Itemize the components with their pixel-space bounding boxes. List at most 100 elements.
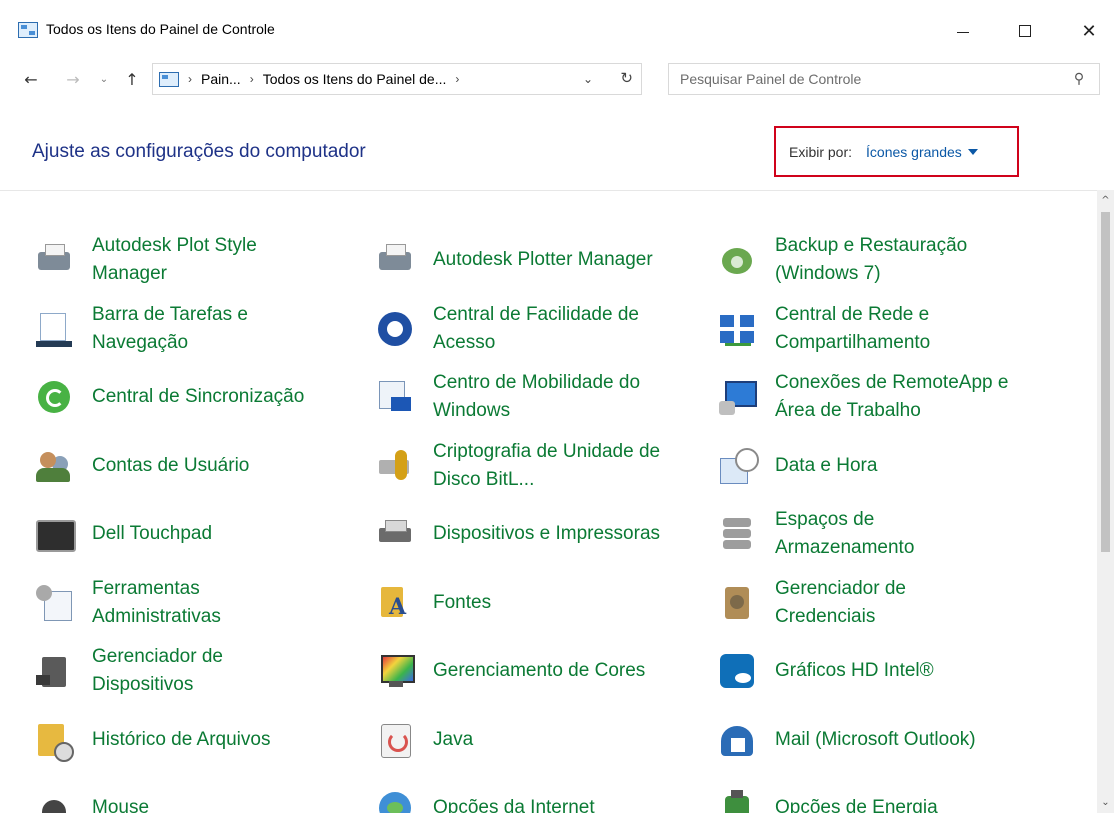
control-panel-item-label: Gerenciador de Credenciais [775, 577, 906, 627]
scroll-down-button[interactable]: ⌄ [1097, 794, 1114, 811]
power-options-icon-shape [717, 788, 757, 813]
mobility-icon-shape [375, 377, 415, 417]
network-icon [713, 305, 761, 353]
control-panel-item[interactable]: Dispositivos e Impressoras [371, 500, 713, 569]
breadcrumb-item-todos-os-itens[interactable]: Todos os Itens do Painel de... [263, 71, 447, 87]
internet-options-icon-shape [375, 788, 415, 813]
java-icon-shape [375, 720, 415, 760]
view-by-control: Exibir por: Ícones grandes [774, 126, 1019, 177]
control-panel-item[interactable]: Gerenciador de Dispositivos [30, 637, 371, 706]
sync-icon-shape [34, 377, 74, 417]
control-panel-item[interactable]: Barra de Tarefas e Navegação [30, 295, 371, 364]
up-button[interactable]: ↑ [120, 68, 144, 90]
maximize-button[interactable] [1002, 14, 1048, 48]
mouse-icon [30, 784, 78, 813]
minimize-icon [957, 31, 969, 33]
scroll-up-button[interactable]: ^ [1097, 192, 1114, 209]
control-panel-item[interactable]: Autodesk Plot Style Manager [30, 226, 371, 295]
control-panel-item-label: Dispositivos e Impressoras [433, 523, 661, 545]
admin-tools-icon-shape [34, 583, 74, 623]
vertical-scrollbar[interactable]: ^ ⌄ [1097, 190, 1114, 813]
control-panel-item[interactable]: Java [371, 706, 713, 775]
search-input[interactable] [669, 65, 1067, 93]
sync-icon [30, 373, 78, 421]
recent-locations-button[interactable]: ⌄ [94, 68, 114, 90]
control-panel-item-label: Opções de Energia [775, 797, 938, 813]
color-management-icon [371, 647, 419, 695]
control-panel-item-label: Mouse [92, 797, 150, 813]
intel-graphics-icon [713, 647, 761, 695]
back-button[interactable]: ← [18, 68, 44, 90]
control-panel-item[interactable]: Gerenciamento de Cores [371, 637, 713, 706]
mail-icon-shape [717, 720, 757, 760]
control-panel-icon [159, 71, 179, 87]
control-panel-item-label: Autodesk Plotter Manager [433, 249, 653, 271]
search-box: ⚲ [668, 63, 1100, 95]
breadcrumb-separator-icon[interactable]: › [455, 72, 459, 86]
control-panel-item-label: Fontes [433, 591, 492, 613]
close-button[interactable]: ✕ [1066, 14, 1112, 48]
control-panel-item[interactable]: Data e Hora [713, 432, 1054, 501]
control-panel-item[interactable]: Dell Touchpad [30, 500, 371, 569]
device-manager-icon-shape [34, 651, 74, 691]
ease-of-access-icon-shape [375, 309, 415, 349]
breadcrumb-item-painel[interactable]: Pain... [201, 71, 241, 87]
control-panel-item[interactable]: Gerenciador de Credenciais [713, 569, 1054, 638]
control-panel-item[interactable]: Opções de Energia [713, 774, 1054, 813]
backup-icon [713, 236, 761, 284]
network-icon-shape [717, 309, 757, 349]
control-panel-item[interactable]: Central de Sincronização [30, 363, 371, 432]
taskbar-icon [30, 305, 78, 353]
control-panel-item[interactable]: Fontes [371, 569, 713, 638]
control-panel-item[interactable]: Contas de Usuário [30, 432, 371, 501]
clock-icon [713, 442, 761, 490]
control-panel-item-label: Contas de Usuário [92, 454, 250, 476]
control-panel-item-label: Central de Rede e Compartilhamento [775, 303, 931, 353]
arrow-left-icon: ← [24, 69, 38, 89]
scroll-thumb[interactable] [1101, 212, 1110, 552]
color-management-icon-shape [375, 651, 415, 691]
address-bar[interactable]: › Pain... › Todos os Itens do Painel de.… [152, 63, 642, 95]
control-panel-item[interactable]: Mail (Microsoft Outlook) [713, 706, 1054, 775]
control-panel-item[interactable]: Gráficos HD Intel® [713, 637, 1054, 706]
control-panel-item-label: Dell Touchpad [92, 523, 213, 545]
control-panel-item[interactable]: Espaços de Armazenamento [713, 500, 1054, 569]
control-panel-item[interactable]: Central de Facilidade de Acesso [371, 295, 713, 364]
control-panel-item-label: Conexões de RemoteApp e Área de Trabalho [775, 372, 1009, 422]
control-panel-item[interactable]: Backup e Restauração (Windows 7) [713, 226, 1054, 295]
view-by-dropdown[interactable]: Ícones grandes [866, 144, 978, 160]
control-panel-item[interactable]: Autodesk Plotter Manager [371, 226, 713, 295]
title-bar: Todos os Itens do Painel de Controle ✕ [0, 0, 1114, 60]
control-panel-item[interactable]: Criptografia de Unidade de Disco BitL... [371, 432, 713, 501]
intel-graphics-icon-shape [717, 651, 757, 691]
view-by-label: Exibir por: [789, 143, 853, 160]
control-panel-item-label: Criptografia de Unidade de Disco BitL... [433, 440, 661, 490]
search-icon[interactable]: ⚲ [1067, 71, 1091, 87]
bitlocker-icon [371, 442, 419, 490]
arrow-right-icon: → [66, 69, 80, 89]
header-divider [0, 190, 1100, 191]
control-panel-item-label: Opções da Internet [433, 797, 595, 813]
control-panel-item[interactable]: Centro de Mobilidade do Windows [371, 363, 713, 432]
address-dropdown-button[interactable]: ⌄ [583, 72, 593, 86]
refresh-icon[interactable]: ↻ [620, 69, 633, 87]
plotter-icon [371, 236, 419, 284]
control-panel-item[interactable]: Conexões de RemoteApp e Área de Trabalho [713, 363, 1054, 432]
forward-button[interactable]: → [60, 68, 86, 90]
control-panel-item[interactable]: Central de Rede e Compartilhamento [713, 295, 1054, 364]
storage-icon [713, 510, 761, 558]
breadcrumb-separator-icon: › [188, 72, 192, 86]
backup-icon-shape [717, 240, 757, 280]
control-panel-item-label: Central de Sincronização [92, 386, 305, 408]
users-icon [30, 442, 78, 490]
internet-options-icon [371, 784, 419, 813]
chevron-down-icon: ⌄ [99, 73, 109, 85]
control-panel-item[interactable]: Mouse [30, 774, 371, 813]
control-panel-item-label: Ferramentas Administrativas [92, 577, 221, 627]
minimize-button[interactable] [940, 14, 986, 48]
control-panel-item[interactable]: Opções da Internet [371, 774, 713, 813]
remote-desktop-icon [713, 373, 761, 421]
fonts-icon-shape [375, 583, 415, 623]
control-panel-item[interactable]: Histórico de Arquivos [30, 706, 371, 775]
control-panel-item[interactable]: Ferramentas Administrativas [30, 569, 371, 638]
